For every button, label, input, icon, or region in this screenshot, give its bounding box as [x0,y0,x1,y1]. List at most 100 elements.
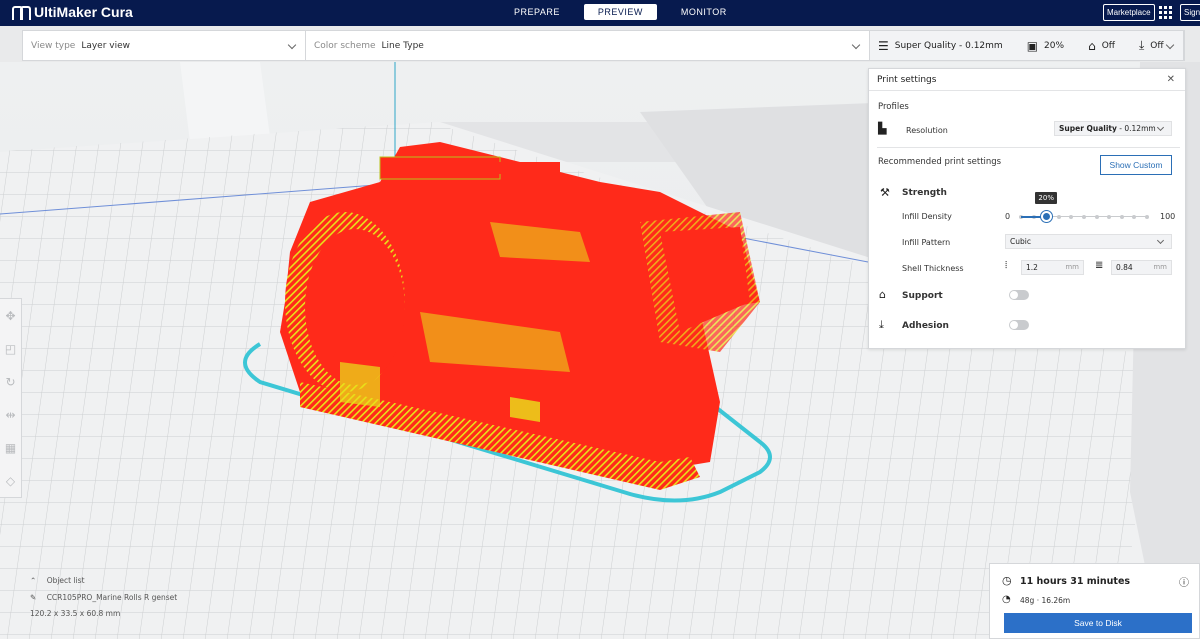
print-estimate-panel: ◷ 11 hours 31 minutes ⓘ ◔ 48g · 16.26m S… [989,563,1200,639]
scale-tool-icon[interactable]: ◰ [4,342,18,356]
stage-menu: PREPARE PREVIEW MONITOR [500,4,741,20]
material-estimate: 48g · 16.26m [1020,596,1071,605]
infill-pattern-label: Infill Pattern [902,238,951,247]
stage-preview[interactable]: PREVIEW [583,4,657,20]
app-title: UltiMaker Cura [34,4,133,20]
apps-grid-icon[interactable] [1159,6,1172,19]
chevron-down-icon [1165,40,1175,50]
print-time: 11 hours 31 minutes [1020,576,1131,587]
divider [877,147,1180,148]
sign-in-button[interactable]: Sign [1180,4,1200,21]
resolution-value-bold: Super Quality [1059,124,1117,133]
infill-pattern-dropdown[interactable]: Cubic [1005,234,1172,249]
spool-icon: ◔ [1002,594,1011,605]
stage-monitor[interactable]: MONITOR [667,4,741,20]
color-scheme-value: Line Type [381,40,424,51]
support-toggle[interactable] [1009,290,1029,300]
strength-label: Strength [902,188,947,198]
print-settings-summary[interactable]: ☰ Super Quality - 0.12mm ▣ 20% ⌂ Off ⤓ O… [870,31,1184,60]
support-icon: ⌂ [879,288,886,301]
mirror-tool-icon[interactable]: ⇹ [4,408,18,422]
object-list-label: Object list [46,576,85,585]
view-toolbar: View type Layer view Color scheme Line T… [22,30,1185,61]
slider-handle[interactable] [1040,211,1052,222]
view-type-label: View type [31,40,76,51]
object-list-header[interactable]: ⌃ Object list [30,576,177,585]
slider-tick [1132,214,1137,219]
object-name-row[interactable]: ✎ CCR105PRO_Marine Rolls R genset [30,593,177,602]
infill-icon: ▣ [1026,38,1039,53]
adhesion-summary: Off [1150,40,1164,51]
slider-tick [1145,214,1149,219]
chevron-down-icon [1156,123,1165,132]
resolution-label: Resolution [906,126,948,135]
wall-thickness-icon: ⦙ [1005,260,1008,271]
top-bar: UltiMaker Cura PREPARE PREVIEW MONITOR M… [0,0,1200,26]
slider-tick [1094,214,1099,219]
clock-icon: ◷ [1002,574,1012,587]
panel-title: Print settings [877,75,937,85]
quality-summary: Super Quality - 0.12mm [894,40,1003,51]
infill-density-slider[interactable]: 20% [1019,192,1149,222]
wall-unit: mm [1065,263,1079,271]
support-blocker-icon[interactable]: ◇ [4,474,18,488]
save-to-disk-button[interactable]: Save to Disk [1004,613,1192,633]
move-tool-icon[interactable]: ✥ [4,309,18,323]
adhesion-label: Adhesion [902,321,949,331]
top-bottom-thickness-icon: ≣ [1095,260,1104,271]
app-logo: UltiMaker Cura [12,4,133,20]
adhesion-toggle[interactable] [1009,320,1029,330]
shell-thickness-label: Shell Thickness [902,264,964,273]
recommended-label: Recommended print settings [878,157,1002,167]
ultimaker-logo-icon [12,6,31,20]
top-bottom-thickness-input[interactable]: 0.84 mm [1111,260,1172,275]
info-icon[interactable]: ⓘ [1179,574,1189,589]
chevron-down-icon [287,40,297,50]
slider-tick [1119,214,1124,219]
infill-min-label: 0 [1005,212,1011,221]
slider-tick [1082,214,1086,219]
chevron-up-icon: ⌃ [30,576,37,585]
support-icon: ⌂ [1088,38,1096,53]
wall-thickness-value: 1.2 [1026,263,1038,272]
color-scheme-dropdown[interactable]: Color scheme Line Type [306,31,870,60]
panel-header: Print settings ✕ [869,69,1185,91]
object-dimensions: 120.2 x 33.5 x 60.8 mm [30,609,121,618]
adhesion-icon: ⤓ [879,318,884,331]
support-summary: Off [1101,40,1115,51]
adhesion-icon: ⤓ [1138,38,1145,52]
print-settings-panel: Print settings ✕ Profiles ▙ Resolution S… [868,68,1186,349]
rotate-tool-icon[interactable]: ↻ [4,375,18,389]
strength-hammer-icon: ⚒ [880,186,890,199]
pencil-icon: ✎ [30,593,37,602]
infill-max-label: 100 [1160,212,1176,221]
infill-tooltip: 20% [1035,192,1058,204]
wall-thickness-input[interactable]: 1.2 mm [1021,260,1084,275]
left-toolbar: ✥ ◰ ↻ ⇹ ▦ ◇ [0,298,22,498]
sliders-icon: ☰ [878,38,889,53]
resolution-dropdown[interactable]: Super Quality - 0.12mm [1054,121,1172,136]
resolution-bars-icon: ▙ [878,122,887,135]
per-model-settings-icon[interactable]: ▦ [4,441,18,455]
marketplace-button[interactable]: Marketplace [1103,4,1155,21]
infill-pattern-value: Cubic [1010,237,1031,246]
infill-summary: 20% [1044,40,1065,51]
slider-tick [1056,214,1061,219]
slider-tick [1069,214,1074,219]
chevron-down-icon [851,40,861,50]
close-icon[interactable]: ✕ [1167,69,1175,91]
top-bottom-unit: mm [1153,263,1167,271]
object-name: CCR105PRO_Marine Rolls R genset [46,593,178,602]
view-type-dropdown[interactable]: View type Layer view [23,31,306,60]
chevron-down-icon [1156,236,1165,245]
slider-tick [1107,214,1112,219]
color-scheme-label: Color scheme [314,40,376,51]
profiles-label: Profiles [878,102,909,112]
stage-prepare[interactable]: PREPARE [500,4,574,20]
object-list: ⌃ Object list ✎ CCR105PRO_Marine Rolls R… [30,576,177,618]
view-type-value: Layer view [81,40,131,51]
infill-density-label: Infill Density [902,212,952,221]
resolution-value-rest: - 0.12mm [1116,124,1156,133]
show-custom-button[interactable]: Show Custom [1100,155,1172,175]
top-bottom-thickness-value: 0.84 [1116,263,1133,272]
